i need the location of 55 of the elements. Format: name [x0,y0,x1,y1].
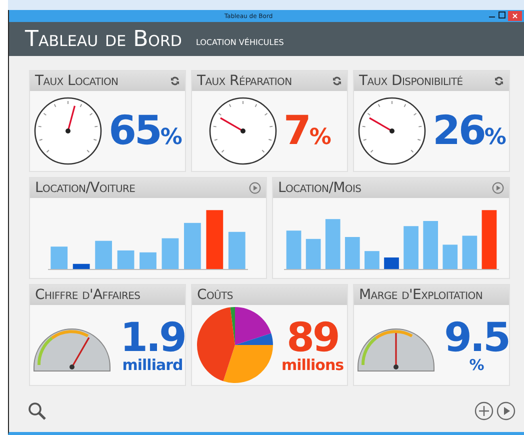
bar [117,250,134,269]
bar [324,219,340,269]
bar [422,221,438,269]
bar [162,238,179,269]
play-icon[interactable] [492,182,504,194]
add-icon[interactable] [474,401,494,421]
value-text: 65 [108,111,160,151]
bar [72,264,90,269]
tile-title: Taux Réparation [197,73,292,89]
bar [184,222,201,269]
bar [305,238,320,269]
dial-gauge [32,96,103,166]
play-icon[interactable] [249,182,261,194]
dial-gauge [356,96,427,166]
close-icon[interactable] [508,11,522,21]
refresh-icon[interactable] [170,76,180,86]
bar [206,210,224,269]
bar [95,240,112,269]
unit-text: % [160,125,182,150]
unit-text: % [469,358,484,372]
refresh-icon[interactable] [332,76,342,86]
tile-title: Location/Voiture [35,180,136,196]
play-icon[interactable] [496,401,516,421]
bar [50,246,68,269]
search-icon[interactable] [27,401,47,421]
dial-gauge [208,96,278,166]
refresh-icon[interactable] [494,76,504,86]
tile-title: Coûts [197,287,233,303]
tile-title: Chiffre d'Affaires [35,287,140,303]
app-title: Tableau de Bord [25,26,182,52]
bar [462,236,477,269]
tile-title: Location/Mois [278,180,362,196]
value-text: 9.5 [444,318,509,358]
bar [140,252,156,269]
app-subtitle: LOCATION VÉHICULES [196,38,284,46]
bar [228,232,246,269]
value-text: 89 [286,318,338,358]
bar [384,257,398,269]
value-text: 26 [432,111,484,151]
bar [442,244,458,269]
value-text: 7 [284,111,310,151]
tile-title: Marge d'Exploitation [359,287,483,303]
bar [403,226,418,269]
bar [364,251,379,269]
bar [481,210,496,269]
value-text: 1.9 [120,318,185,358]
unit-text: % [309,125,332,150]
tile-title: Taux Location [35,73,118,89]
unit-text: milliard [122,358,183,372]
unit-text: millions [281,358,344,372]
maximize-icon[interactable] [498,11,506,19]
unit-text: % [484,125,506,150]
tile-title: Taux Disponibilité [359,73,463,89]
bar [344,237,360,269]
bar [286,230,301,269]
